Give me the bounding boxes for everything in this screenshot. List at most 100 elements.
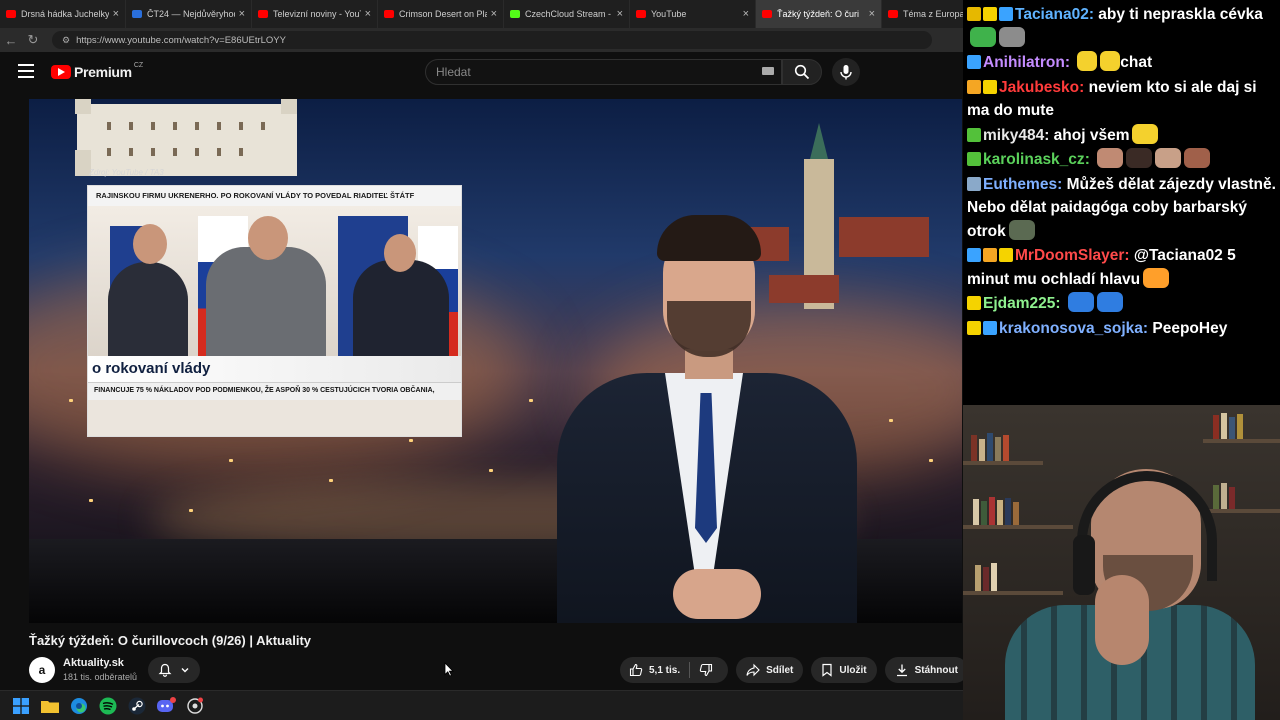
channel-name[interactable]: Aktuality.sk bbox=[63, 657, 124, 669]
emote-icon bbox=[1008, 219, 1035, 240]
save-button[interactable]: Uložit bbox=[811, 657, 877, 683]
chat-username[interactable]: Taciana02 bbox=[1015, 6, 1089, 23]
badge-icon bbox=[983, 248, 997, 262]
close-icon[interactable]: × bbox=[617, 8, 623, 20]
chat-message: Euthemes: Můžeš dělat zájezdy vlastně. N… bbox=[967, 173, 1276, 244]
browser-tab[interactable]: Crimson Desert on PlayS × bbox=[378, 0, 504, 28]
badge-icon bbox=[983, 7, 997, 21]
discord-button[interactable] bbox=[155, 695, 177, 717]
close-icon[interactable]: × bbox=[491, 8, 497, 20]
browser-tab[interactable]: Téma z Europarl× bbox=[882, 0, 963, 28]
tab-label: Téma z Europarl bbox=[903, 9, 963, 19]
like-dislike-group: 5,1 tis. bbox=[620, 657, 729, 683]
chat-username[interactable]: miky484 bbox=[983, 127, 1044, 144]
emote-icon bbox=[1077, 51, 1098, 71]
badge-icon bbox=[967, 176, 981, 191]
emote-icon bbox=[1126, 148, 1153, 168]
badge-icon bbox=[967, 152, 981, 166]
browser-tab[interactable]: Televizní noviny - YouTu × bbox=[252, 0, 378, 28]
close-icon[interactable]: × bbox=[743, 8, 749, 20]
tab-favicon-icon bbox=[762, 10, 772, 18]
chevron-down-icon bbox=[181, 668, 189, 673]
search-button[interactable] bbox=[782, 59, 822, 85]
share-label: Sdílet bbox=[766, 664, 794, 676]
chat-username[interactable]: Anihilatron bbox=[983, 54, 1065, 71]
chat-text: PeepoHey bbox=[1152, 319, 1228, 337]
edge-button[interactable] bbox=[68, 695, 90, 717]
streamer-hand bbox=[1095, 575, 1149, 665]
thumbs-down-icon bbox=[699, 663, 713, 677]
chat-separator: : bbox=[1044, 126, 1054, 144]
browser-tab[interactable]: Ťažký týždeň: O čuri × bbox=[756, 0, 882, 28]
like-button[interactable]: 5,1 tis. bbox=[620, 657, 689, 683]
tab-label: YouTube bbox=[651, 9, 687, 19]
browser-tab[interactable]: CzechCloud Stream - Wa × bbox=[504, 0, 630, 28]
close-icon[interactable]: × bbox=[365, 8, 371, 20]
save-label: Uložit bbox=[839, 664, 867, 676]
close-icon[interactable]: × bbox=[113, 8, 119, 20]
inset-headline: RAJINSKOU FIRMU UKRENERHO. PO ROKOVANÍ V… bbox=[88, 186, 461, 206]
keyboard-icon[interactable] bbox=[762, 67, 774, 75]
menu-icon[interactable] bbox=[18, 64, 34, 78]
voice-search-button[interactable] bbox=[832, 58, 860, 86]
app-icon bbox=[187, 697, 203, 714]
country-code: CZ bbox=[133, 61, 144, 69]
close-icon[interactable]: × bbox=[869, 8, 875, 20]
chat-username[interactable]: karolinask_cz bbox=[983, 151, 1085, 168]
badge-icon bbox=[967, 248, 981, 262]
back-icon[interactable]: ← bbox=[0, 33, 22, 48]
chat-message: Jakubesko: neviem kto si ale daj si ma d… bbox=[967, 76, 1276, 123]
badge-icon bbox=[999, 248, 1013, 262]
video-player[interactable]: Zdroj: YouTube / TA3 RAJINSKOU FIRMU UKR… bbox=[29, 99, 962, 623]
bookshelf bbox=[963, 525, 1073, 529]
site-info-icon[interactable]: ⚙ bbox=[62, 35, 70, 46]
steam-icon bbox=[128, 697, 146, 714]
badge-icon bbox=[967, 296, 981, 310]
download-icon bbox=[896, 664, 907, 677]
source-caption: Zdroj: YouTube / TA3 bbox=[89, 168, 164, 177]
file-explorer-button[interactable] bbox=[39, 695, 61, 717]
tab-favicon-icon bbox=[636, 10, 646, 18]
edge-icon bbox=[71, 697, 87, 714]
chat-username[interactable]: MrDoomSlayer bbox=[1015, 247, 1124, 264]
taskbar bbox=[0, 690, 963, 720]
reload-icon[interactable]: ↻ bbox=[22, 32, 44, 48]
badge-icon bbox=[983, 79, 997, 94]
browser-tab[interactable]: ČT24 — Nejdůvěryhodn × bbox=[126, 0, 252, 28]
badge-icon bbox=[967, 127, 981, 142]
chat-username[interactable]: Jakubesko bbox=[999, 79, 1079, 96]
chat-separator: : bbox=[1124, 247, 1134, 264]
close-icon[interactable]: × bbox=[239, 8, 245, 20]
person-head bbox=[133, 224, 167, 264]
emote-icon bbox=[1100, 51, 1121, 71]
notification-bell-button[interactable] bbox=[148, 657, 200, 683]
person-head bbox=[248, 216, 288, 260]
share-button[interactable]: Sdílet bbox=[736, 657, 804, 683]
badge-icon bbox=[999, 7, 1013, 21]
bell-icon bbox=[158, 663, 172, 677]
app-button[interactable] bbox=[184, 695, 206, 717]
search-input[interactable]: Hledat bbox=[425, 59, 782, 85]
chat-username[interactable]: Euthemes bbox=[983, 176, 1057, 193]
bookshelf bbox=[963, 461, 1043, 465]
browser-address-bar: ← ↻ ⚙ https://www.youtube.com/watch?v=E8… bbox=[0, 28, 963, 52]
tab-favicon-icon bbox=[888, 10, 898, 18]
stream-chat: Taciana02: aby ti nepraskla cévka Anihila… bbox=[963, 0, 1280, 405]
start-button[interactable] bbox=[10, 695, 32, 717]
steam-button[interactable] bbox=[126, 695, 148, 717]
video-actions: 5,1 tis. Sdílet Uložit Stáhnout bbox=[620, 657, 1002, 683]
chat-username[interactable]: krakonosova_sojka bbox=[999, 320, 1143, 337]
download-button[interactable]: Stáhnout bbox=[884, 657, 968, 683]
youtube-logo[interactable]: Premium CZ bbox=[51, 61, 144, 80]
tab-favicon-icon bbox=[6, 10, 16, 18]
share-icon bbox=[746, 663, 760, 677]
browser-tab[interactable]: YouTube × bbox=[630, 0, 756, 28]
dislike-button[interactable] bbox=[690, 657, 728, 683]
spotify-button[interactable] bbox=[97, 695, 119, 717]
url-field[interactable]: ⚙ https://www.youtube.com/watch?v=E86UEt… bbox=[52, 31, 932, 49]
chat-message: karolinask_cz: bbox=[967, 148, 1276, 172]
channel-avatar[interactable]: a bbox=[29, 657, 55, 683]
chat-username[interactable]: Ejdam225 bbox=[983, 295, 1055, 312]
browser-tab[interactable]: Drsná hádka Juchelky se × bbox=[0, 0, 126, 28]
chat-separator: : bbox=[1055, 295, 1065, 312]
